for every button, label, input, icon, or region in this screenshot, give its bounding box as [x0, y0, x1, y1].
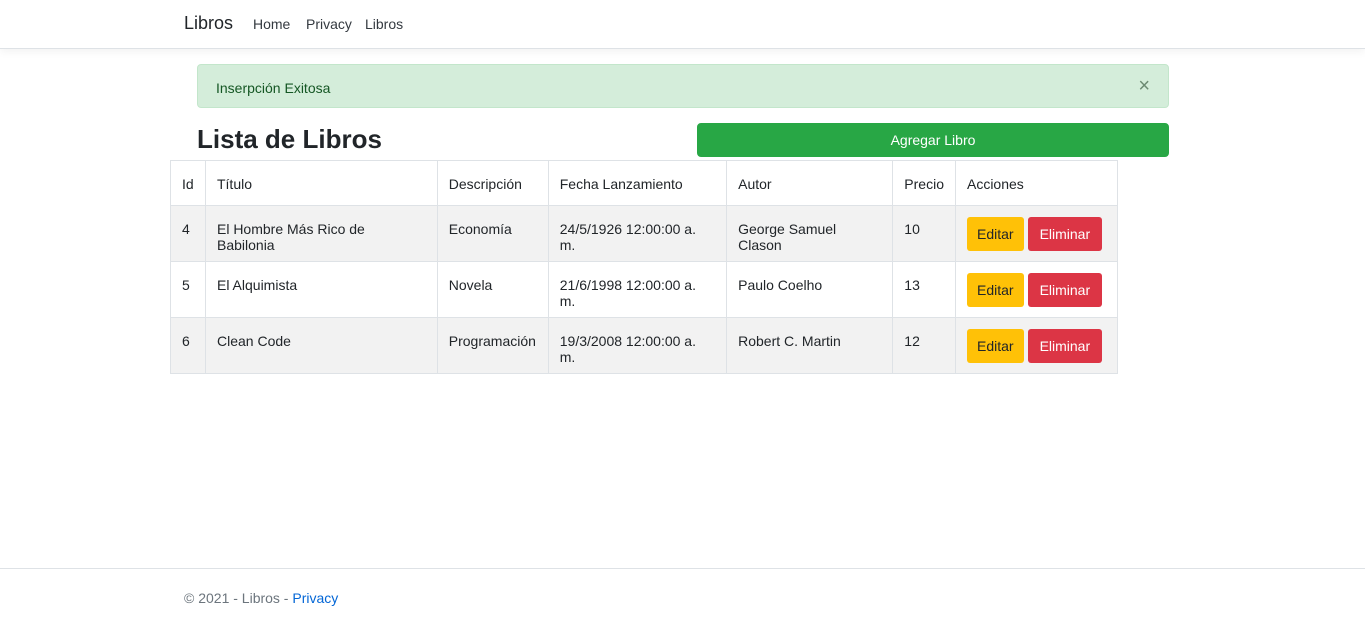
cell-id: 4: [170, 205, 206, 262]
cell-author: George Samuel Clason: [726, 205, 894, 262]
cell-title: El Alquimista: [204, 261, 438, 318]
table-row: 6 Clean Code Programación 19/3/2008 12:0…: [170, 317, 1119, 374]
cell-author: Paulo Coelho: [726, 261, 894, 318]
footer: © 2021 - Libros - Privacy: [0, 568, 1365, 619]
delete-button[interactable]: Eliminar: [1027, 273, 1103, 307]
navbar: Libros Home Privacy Libros: [0, 0, 1365, 49]
footer-copyright: © 2021 - Libros -: [184, 590, 293, 606]
cell-release-date: 21/6/1998 12:00:00 a. m.: [547, 261, 728, 318]
footer-text: © 2021 - Libros - Privacy: [184, 590, 338, 606]
cell-description: Programación: [436, 317, 549, 374]
header-description: Descripción: [436, 160, 549, 206]
cell-actions: Editar Eliminar: [954, 317, 1119, 374]
cell-description: Novela: [436, 261, 549, 318]
cell-price: 13: [892, 261, 956, 318]
edit-button[interactable]: Editar: [966, 273, 1024, 307]
header-title: Título: [204, 160, 438, 206]
cell-actions: Editar Eliminar: [954, 261, 1119, 318]
cell-title: El Hombre Más Rico de Babilonia: [204, 205, 438, 262]
cell-description: Economía: [436, 205, 549, 262]
header-id: Id: [170, 160, 206, 206]
header-price: Precio: [892, 160, 956, 206]
cell-release-date: 24/5/1926 12:00:00 a. m.: [547, 205, 728, 262]
books-table: Id Título Descripción Fecha Lanzamiento …: [170, 160, 1119, 374]
footer-privacy-link[interactable]: Privacy: [292, 590, 338, 606]
delete-button[interactable]: Eliminar: [1027, 217, 1103, 251]
cell-actions: Editar Eliminar: [954, 205, 1119, 262]
cell-id: 5: [170, 261, 206, 318]
page-title: Lista de Libros: [197, 124, 382, 154]
table-row: 5 El Alquimista Novela 21/6/1998 12:00:0…: [170, 261, 1119, 318]
alert-message: Inserpción Exitosa: [216, 80, 331, 96]
close-icon[interactable]: ×: [1138, 76, 1150, 96]
nav-link-home[interactable]: Home: [253, 16, 290, 32]
nav-link-privacy[interactable]: Privacy: [306, 16, 352, 32]
header-actions: Acciones: [954, 160, 1119, 206]
success-alert: Inserpción Exitosa ×: [197, 64, 1169, 108]
table-row: 4 El Hombre Más Rico de Babilonia Econom…: [170, 205, 1119, 262]
cell-price: 10: [892, 205, 956, 262]
delete-button[interactable]: Eliminar: [1027, 329, 1103, 363]
navbar-brand[interactable]: Libros: [184, 13, 233, 34]
add-book-button[interactable]: Agregar Libro: [697, 123, 1169, 157]
edit-button[interactable]: Editar: [966, 329, 1024, 363]
header-author: Autor: [726, 160, 894, 206]
cell-title: Clean Code: [204, 317, 438, 374]
cell-release-date: 19/3/2008 12:00:00 a. m.: [547, 317, 728, 374]
table-header-row: Id Título Descripción Fecha Lanzamiento …: [170, 160, 1119, 206]
cell-author: Robert C. Martin: [726, 317, 894, 374]
cell-id: 6: [170, 317, 206, 374]
edit-button[interactable]: Editar: [966, 217, 1024, 251]
nav-link-libros[interactable]: Libros: [365, 16, 403, 32]
header-release-date: Fecha Lanzamiento: [547, 160, 728, 206]
cell-price: 12: [892, 317, 956, 374]
